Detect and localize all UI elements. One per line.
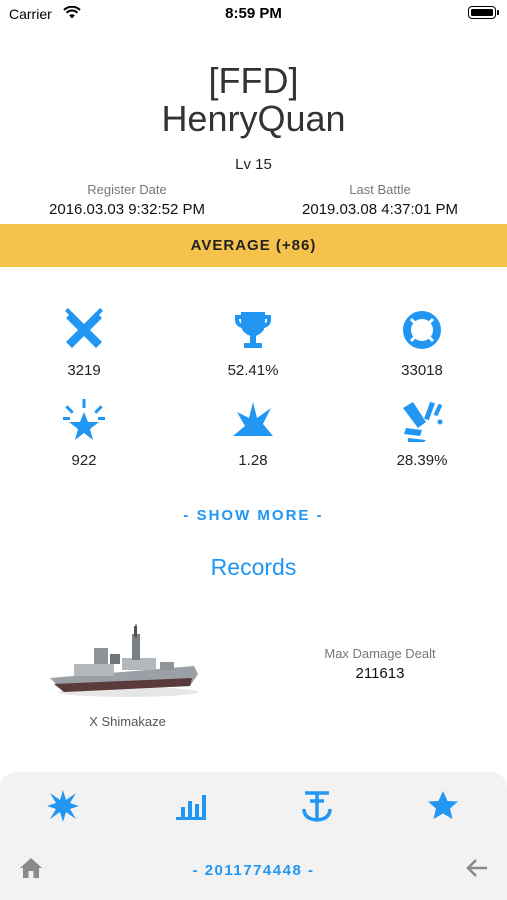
record-value: 211613: [355, 665, 405, 682]
record-max-damage: Max Damage Dealt 211613: [300, 646, 460, 682]
stat-win-rate: 52.41%: [183, 308, 323, 379]
stat-value: 1.28: [238, 452, 268, 469]
stat-battles: 3219: [14, 308, 154, 379]
show-more-button[interactable]: - SHOW MORE -: [0, 507, 507, 524]
star-burst-icon: [14, 398, 154, 442]
player-name: HenryQuan: [161, 98, 346, 139]
clan-tag: [FFD]: [208, 60, 299, 101]
burst-star-icon: [46, 789, 80, 828]
tab-favorites[interactable]: [418, 788, 468, 828]
ship-image[interactable]: [44, 618, 204, 700]
account-id[interactable]: - 2011774448 -: [120, 862, 387, 879]
rating-banner: AVERAGE (+86): [0, 224, 507, 267]
back-arrow-icon: [465, 857, 489, 884]
stat-value: 922: [71, 452, 97, 469]
tab-ships[interactable]: [292, 788, 342, 828]
shell-hit-icon: [352, 398, 492, 442]
stat-hit-rate: 28.39%: [352, 398, 492, 469]
tab-charts[interactable]: [166, 788, 216, 828]
back-button[interactable]: [462, 855, 492, 885]
home-icon: [19, 857, 43, 884]
last-battle: Last Battle 2019.03.08 4:37:01 PM: [270, 182, 490, 218]
anchor-icon: [301, 789, 333, 828]
stat-survived: 33018: [352, 308, 492, 379]
ship-name: X Shimakaze: [89, 714, 166, 729]
register-date-label: Register Date: [87, 182, 167, 197]
stat-value: 52.41%: [227, 362, 279, 379]
register-date-value: 2016.03.03 9:32:52 PM: [49, 201, 205, 218]
last-battle-value: 2019.03.08 4:37:01 PM: [302, 201, 458, 218]
record-label: Max Damage Dealt: [324, 646, 436, 661]
stat-value: 28.39%: [396, 452, 448, 469]
stat-kills: 922: [14, 398, 154, 469]
trophy-icon: [183, 308, 323, 352]
status-bar: Carrier 8:59 PM: [0, 0, 507, 28]
clock: 8:59 PM: [225, 5, 282, 22]
stat-value: 33018: [401, 362, 443, 379]
crossed-swords-icon: [14, 308, 154, 352]
life-ring-icon: [352, 308, 492, 352]
bar-chart-icon: [174, 791, 208, 826]
explosion-icon: [183, 398, 323, 442]
stat-kd-ratio: 1.28: [183, 398, 323, 469]
records-title: Records: [210, 554, 297, 580]
player-level: Lv 15: [235, 156, 272, 173]
battery-icon: [468, 6, 499, 19]
stat-value: 3219: [67, 362, 101, 379]
tab-achievements[interactable]: [38, 788, 88, 828]
last-battle-label: Last Battle: [349, 182, 411, 197]
register-date: Register Date 2016.03.03 9:32:52 PM: [17, 182, 237, 218]
home-button[interactable]: [16, 855, 46, 885]
player-title: [FFD] HenryQuan: [0, 62, 507, 138]
star-icon: [427, 790, 459, 827]
